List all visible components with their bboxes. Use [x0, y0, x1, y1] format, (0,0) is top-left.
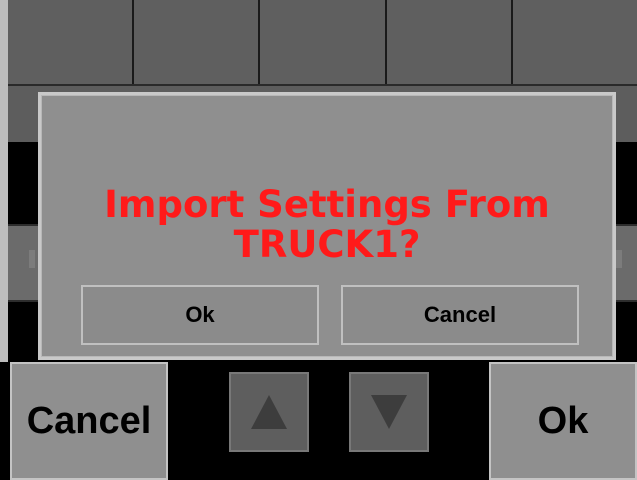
bottom-ok-button[interactable]: Ok — [489, 362, 637, 480]
grid-cell — [386, 0, 513, 84]
right-chevron-icon — [616, 250, 622, 268]
dialog-cancel-button[interactable]: Cancel — [341, 285, 579, 345]
bottom-cancel-button[interactable]: Cancel — [10, 362, 168, 480]
grid-cell — [134, 0, 261, 84]
dialog-ok-button[interactable]: Ok — [81, 285, 319, 345]
grid-cell — [512, 0, 637, 84]
arrow-up-icon — [251, 395, 287, 429]
top-grid — [8, 0, 637, 84]
scroll-up-button[interactable] — [229, 372, 309, 452]
grid-cell — [260, 0, 387, 84]
screen: Cancel Ok Import Settings From TRUCK1? O… — [0, 0, 637, 480]
scroll-down-button[interactable] — [349, 372, 429, 452]
arrow-down-icon — [371, 395, 407, 429]
grid-cell — [8, 0, 135, 84]
left-chevron-icon — [29, 250, 35, 268]
dialog-message: Import Settings From TRUCK1? — [104, 183, 550, 266]
import-settings-dialog: Import Settings From TRUCK1? Ok Cancel — [38, 92, 616, 360]
